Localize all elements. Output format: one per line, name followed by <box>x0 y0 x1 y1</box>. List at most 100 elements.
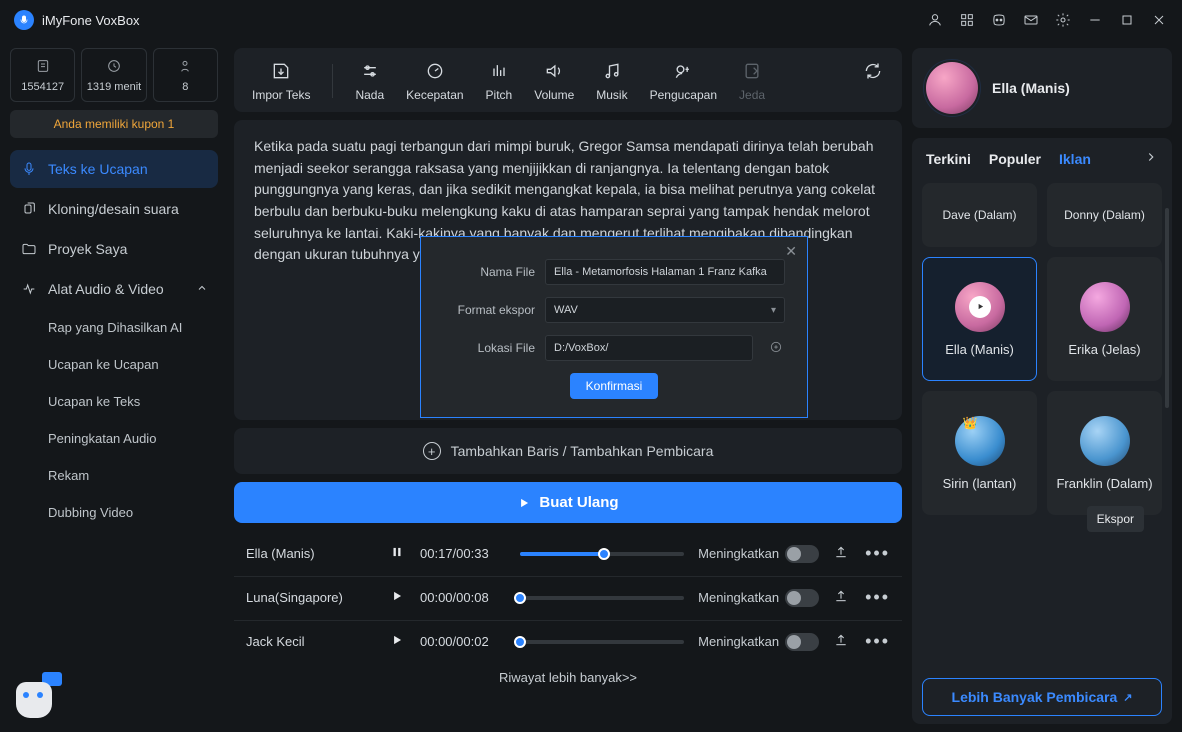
track-progress[interactable] <box>520 552 684 556</box>
location-label: Lokasi File <box>443 341 535 355</box>
sub-speech-to-text[interactable]: Ucapan ke Teks <box>10 384 218 419</box>
pause-insert-icon <box>741 60 763 82</box>
play-icon[interactable] <box>390 589 406 606</box>
nav-projects[interactable]: Proyek Saya <box>10 230 218 268</box>
nav-label: Teks ke Ucapan <box>48 161 148 177</box>
enhance-label: Meningkatkan <box>698 546 779 561</box>
tool-pronunciation[interactable]: Pengucapan <box>650 60 717 102</box>
stat-minutes[interactable]: 1319 menit <box>81 48 146 102</box>
play-icon[interactable] <box>969 296 991 318</box>
pause-icon[interactable] <box>390 545 406 562</box>
enhance-toggle[interactable] <box>785 633 819 651</box>
refresh-icon <box>862 60 884 82</box>
app-title: iMyFone VoxBox <box>42 13 140 28</box>
track-time: 00:17/00:33 <box>420 546 506 561</box>
tab-popular[interactable]: Populer <box>989 151 1041 167</box>
nav-audio-tools[interactable]: Alat Audio & Video <box>10 270 218 308</box>
voice-card-franklin[interactable]: Franklin (Dalam) <box>1047 391 1162 515</box>
chevron-right-icon[interactable] <box>1144 150 1158 167</box>
account-icon[interactable] <box>926 11 944 29</box>
nav-voice-clone[interactable]: Kloning/desain suara <box>10 190 218 228</box>
sub-record[interactable]: Rekam <box>10 458 218 493</box>
confirm-button[interactable]: Konfirmasi <box>570 373 659 399</box>
tool-tone[interactable]: Nada <box>355 60 384 102</box>
track-name: Ella (Manis) <box>246 546 376 561</box>
location-input[interactable]: D:/VoxBox/ <box>545 335 753 361</box>
track-progress[interactable] <box>520 640 684 644</box>
tool-import-text[interactable]: Impor Teks <box>252 60 310 102</box>
editor-toolbar: Impor Teks Nada Kecepatan Pitch Volume M… <box>234 48 902 112</box>
regenerate-button[interactable]: Buat Ulang <box>234 482 902 523</box>
tool-pause[interactable]: Jeda <box>739 60 765 102</box>
more-voices-button[interactable]: Lebih Banyak Pembicara ↗ <box>922 678 1162 716</box>
volume-icon <box>543 60 565 82</box>
more-icon[interactable]: ••• <box>865 543 890 564</box>
dialog-close-icon[interactable]: ✕ <box>785 243 797 260</box>
voice-avatar: 👑 <box>955 416 1005 466</box>
assistant-bot-icon[interactable] <box>14 674 58 718</box>
track-name: Luna(Singapore) <box>246 590 376 605</box>
settings-icon[interactable] <box>1054 11 1072 29</box>
tool-speed[interactable]: Kecepatan <box>406 60 463 102</box>
characters-icon <box>34 57 52 75</box>
export-tooltip: Ekspor <box>1087 506 1144 532</box>
export-icon[interactable] <box>833 588 851 607</box>
more-icon[interactable]: ••• <box>865 587 890 608</box>
sub-speech-to-speech[interactable]: Ucapan ke Ucapan <box>10 347 218 382</box>
nav-label: Kloning/desain suara <box>48 201 179 217</box>
nav-label: Proyek Saya <box>48 241 127 257</box>
play-icon[interactable] <box>390 633 406 650</box>
more-history-link[interactable]: Riwayat lebih banyak>> <box>234 662 902 685</box>
tool-music[interactable]: Musik <box>596 60 627 102</box>
voice-card-erika[interactable]: Erika (Jelas) <box>1047 257 1162 381</box>
voice-card-ella[interactable]: Ella (Manis) <box>922 257 1037 381</box>
more-icon[interactable]: ••• <box>865 631 890 652</box>
browse-folder-icon[interactable] <box>769 340 785 356</box>
voice-avatar <box>926 62 978 114</box>
music-icon <box>601 60 623 82</box>
discord-icon[interactable] <box>990 11 1008 29</box>
minimize-icon[interactable] <box>1086 11 1104 29</box>
enhance-toggle[interactable] <box>785 545 819 563</box>
sub-video-dubbing[interactable]: Dubbing Video <box>10 495 218 530</box>
tool-pitch[interactable]: Pitch <box>486 60 513 102</box>
chevron-down-icon: ▾ <box>771 305 776 316</box>
folder-icon <box>20 240 38 258</box>
enhance-toggle[interactable] <box>785 589 819 607</box>
sub-ai-rap[interactable]: Rap yang Dihasilkan AI <box>10 310 218 345</box>
tab-recent[interactable]: Terkini <box>926 151 971 167</box>
import-icon <box>270 60 292 82</box>
sub-audio-enhance[interactable]: Peningkatan Audio <box>10 421 218 456</box>
format-select[interactable]: WAV▾ <box>545 297 785 323</box>
track-progress[interactable] <box>520 596 684 600</box>
close-icon[interactable] <box>1150 11 1168 29</box>
voice-avatar <box>1080 416 1130 466</box>
tool-volume[interactable]: Volume <box>534 60 574 102</box>
export-icon[interactable] <box>833 544 851 563</box>
coupon-banner[interactable]: Anda memiliki kupon 1 <box>10 110 218 138</box>
voice-card-sirin[interactable]: 👑 Sirin (lantan) <box>922 391 1037 515</box>
export-dialog: ✕ Nama File Ella - Metamorfosis Halaman … <box>420 236 808 418</box>
enhance-label: Meningkatkan <box>698 634 779 649</box>
add-row-button[interactable]: + Tambahkan Baris / Tambahkan Pembicara <box>234 428 902 474</box>
apps-icon[interactable] <box>958 11 976 29</box>
pronunciation-icon <box>672 60 694 82</box>
scrollbar[interactable] <box>1165 208 1169 408</box>
plus-icon: + <box>423 442 441 460</box>
file-name-input[interactable]: Ella - Metamorfosis Halaman 1 Franz Kafk… <box>545 259 785 285</box>
track-name: Jack Kecil <box>246 634 376 649</box>
stat-count[interactable]: 8 <box>153 48 218 102</box>
track-time: 00:00/00:02 <box>420 634 506 649</box>
crown-icon: 👑 <box>963 416 978 430</box>
export-icon[interactable] <box>833 632 851 651</box>
voice-card-dave[interactable]: Dave (Dalam) <box>922 183 1037 247</box>
current-voice-header[interactable]: Ella (Manis) <box>912 48 1172 128</box>
nav-text-to-speech[interactable]: Teks ke Ucapan <box>10 150 218 188</box>
stat-characters[interactable]: 1554127 <box>10 48 75 102</box>
maximize-icon[interactable] <box>1118 11 1136 29</box>
voice-card-donny[interactable]: Donny (Dalam) <box>1047 183 1162 247</box>
tab-iklan[interactable]: Iklan <box>1059 151 1091 167</box>
mail-icon[interactable] <box>1022 11 1040 29</box>
track-time: 00:00/00:08 <box>420 590 506 605</box>
tool-refresh[interactable] <box>862 60 884 82</box>
